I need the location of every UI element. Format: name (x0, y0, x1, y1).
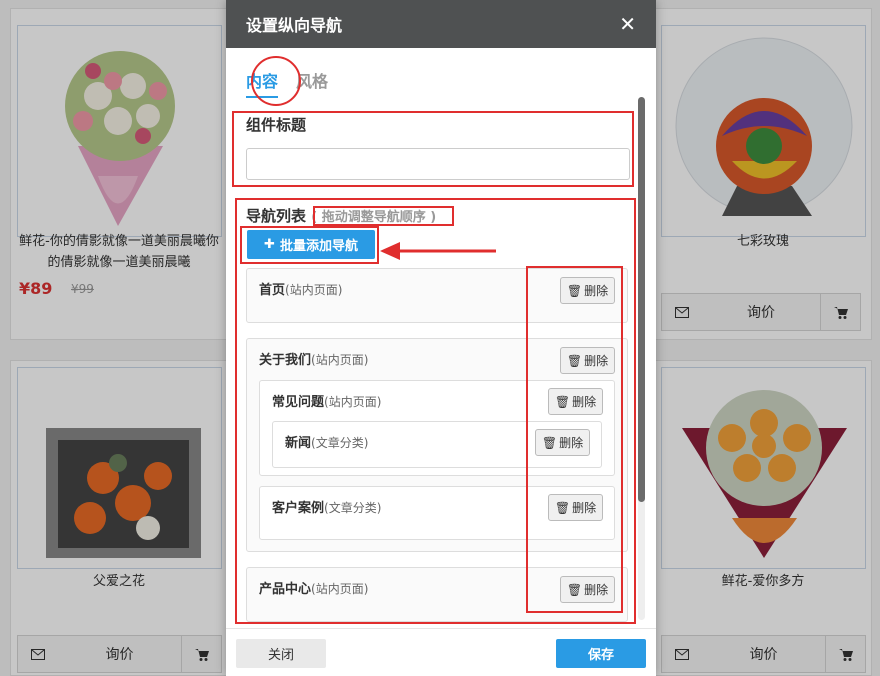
scrollbar-thumb[interactable] (638, 97, 645, 502)
annotation-box-component-title (232, 111, 634, 187)
annotation-box-batch-add (240, 226, 379, 264)
annotation-circle-content-tab (251, 56, 301, 106)
close-button[interactable]: 关闭 (236, 639, 326, 668)
save-button[interactable]: 保存 (556, 639, 646, 668)
annotation-arrow (380, 242, 496, 260)
dialog-footer: 关闭 保存 (226, 628, 656, 676)
close-icon[interactable]: ✕ (619, 12, 636, 36)
annotation-box-delete-buttons (526, 266, 623, 613)
dialog-title: 设置纵向导航 (246, 16, 343, 35)
dialog-header: 设置纵向导航 ✕ (226, 0, 656, 48)
dialog-scrollbar[interactable] (638, 97, 645, 620)
